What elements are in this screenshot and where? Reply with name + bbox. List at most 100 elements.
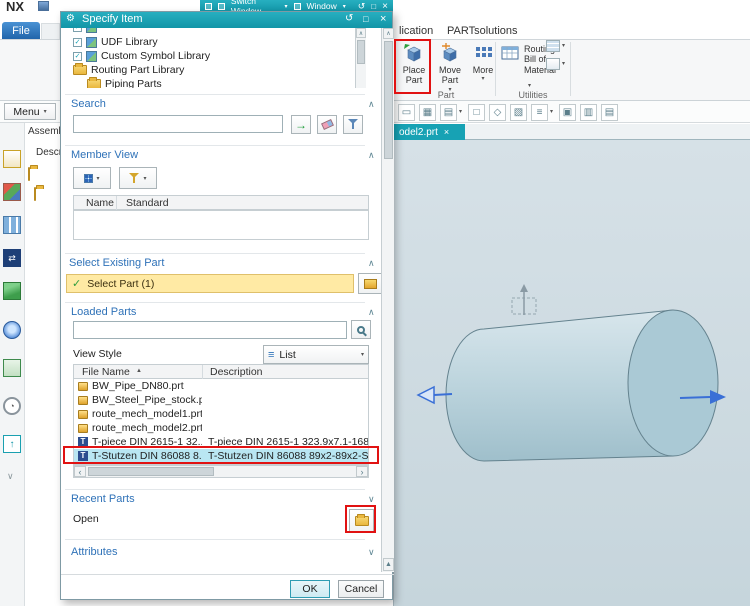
search-filter-button[interactable] [343,115,363,134]
save-icon[interactable] [38,1,49,11]
cancel-button[interactable]: Cancel [338,580,384,598]
collapse-icon[interactable]: ∧ [368,151,375,160]
constraint-navigator-icon[interactable] [3,183,21,201]
scroll-up-button[interactable]: ∧ [356,28,366,38]
checkbox-checked[interactable]: ✓ [73,37,82,47]
library-search-input[interactable] [73,115,283,133]
tree-item-piping-parts[interactable]: Piping Parts [69,77,355,88]
scroll-bottom-button[interactable]: ▲ [383,558,394,571]
toolbar-icon[interactable]: ▤ [601,104,618,121]
tree-item-udf-library[interactable]: ✓ UDF Library [69,35,355,49]
web-browser-icon[interactable] [3,321,21,339]
chevron-down-icon[interactable]: ▾ [528,82,531,89]
part-select-button[interactable] [358,273,383,294]
dialog-titlebar[interactable]: ⚙ Specify Item ↺ □ × [61,12,392,28]
horizontal-scrollbar[interactable]: ‹ › [73,465,369,478]
table-row[interactable]: route_mech_model2.prt [74,421,368,435]
assembly-navigator-icon[interactable] [3,150,21,168]
collapse-icon[interactable]: ∧ [368,259,375,268]
toolbar-icon[interactable]: ▤ [440,104,457,121]
hd3d-tools-icon[interactable] [3,282,21,300]
member-list-empty[interactable] [73,210,369,240]
document-tab[interactable]: odel2.prt × [393,124,465,140]
restore-icon[interactable]: ↺ [358,1,366,12]
dialog-scrollbar[interactable]: ∧ ▲ [381,28,394,572]
chevron-down-icon[interactable]: ▾ [562,42,565,49]
tree-item-partial[interactable]: ✓ [69,28,355,34]
tab-hidden[interactable] [41,23,60,40]
toolbar-icon[interactable]: ▦ [419,104,436,121]
reset-icon[interactable]: ↺ [345,13,353,24]
tab-partsolutions[interactable]: PARTsolutions [447,25,518,37]
reuse-library-icon[interactable]: ⇄ [3,249,21,267]
table-row[interactable]: T T-piece DIN 2615-1 32... T-piece DIN 26… [74,435,368,449]
collapse-icon[interactable]: ∧ [368,100,375,109]
roles-icon[interactable]: ↑ [3,435,21,453]
scroll-up-button[interactable]: ∧ [383,28,394,39]
ok-button[interactable]: OK [290,580,330,598]
folder-icon[interactable] [34,187,36,201]
close-icon[interactable]: × [380,13,386,25]
column-name[interactable]: Name [86,197,114,209]
run-search-button[interactable]: → [291,115,311,134]
column-description[interactable]: Description [210,366,263,378]
ribbon-gallery-icon[interactable] [546,40,560,52]
member-filter-dropdown[interactable]: ▾ [119,167,157,189]
clear-search-button[interactable] [317,115,337,134]
table-row-selected[interactable]: T T-Stutzen DIN 86088 8... T-Stutzen DIN … [74,449,368,463]
tab-file[interactable]: File [2,22,40,40]
select-part-row[interactable]: ✓ Select Part (1) [66,274,354,293]
loaded-parts-search-input[interactable] [73,321,347,339]
part-navigator-icon[interactable] [3,216,21,234]
table-row[interactable]: BW_Pipe_DN80.prt [74,379,368,393]
collapse-icon[interactable]: ∨ [368,495,375,504]
column-file-name[interactable]: File Name [82,366,130,378]
titlebar-icon[interactable] [217,2,225,10]
toolbar-icon[interactable]: ▭ [398,104,415,121]
chevron-down-icon[interactable]: ▾ [550,108,553,115]
clock-icon[interactable]: ◔ [3,397,21,415]
tab-application[interactable]: lication [399,25,433,37]
scrollbar-thumb[interactable] [357,40,365,64]
toolbar-icon[interactable]: ▣ [559,104,576,121]
column-divider[interactable] [202,365,203,380]
tree-item-custom-symbol-library[interactable]: ✓ Custom Symbol Library [69,49,355,63]
chevron-down-icon[interactable]: ∨ [7,471,14,482]
close-icon[interactable]: × [382,1,388,12]
toolbar-icon[interactable]: ≡ [531,104,548,121]
scroll-right-button[interactable]: › [356,466,368,477]
chevron-down-icon[interactable]: ▾ [562,60,565,67]
toolbar-icon[interactable]: ◇ [489,104,506,121]
place-part-button[interactable]: Place Part [398,42,430,86]
scroll-left-button[interactable]: ‹ [74,466,86,477]
checkbox-checked[interactable]: ✓ [73,51,82,61]
search-button[interactable] [351,320,371,339]
toolbar-icon[interactable]: □ [468,104,485,121]
checkbox-checked[interactable]: ✓ [73,28,82,32]
close-icon[interactable]: × [444,127,449,137]
toolbar-icon[interactable]: ▥ [580,104,597,121]
window-menu[interactable]: Window [307,1,337,11]
column-standard[interactable]: Standard [126,197,169,209]
tree-item-routing-part-library[interactable]: Routing Part Library [69,63,355,77]
maximize-icon[interactable]: □ [371,2,376,11]
toolbar-icon[interactable]: ▧ [510,104,527,121]
ribbon-tool-icon[interactable] [546,58,560,70]
collapse-icon[interactable]: ∨ [368,548,375,557]
folder-icon[interactable] [28,167,30,181]
table-row[interactable]: BW_Steel_Pipe_stock.prt [74,393,368,407]
move-part-button[interactable]: Move Part ▾ [434,42,466,94]
open-part-button[interactable] [349,509,374,532]
view-style-dropdown[interactable]: ≡ List ▾ [263,345,369,364]
titlebar-icon[interactable] [205,2,212,10]
history-palette-icon[interactable] [3,359,21,377]
graphics-window[interactable] [393,140,750,606]
scrollbar-thumb[interactable] [88,467,214,476]
scrollbar-thumb[interactable] [384,41,393,159]
clip-icon[interactable]: □ [363,14,368,24]
chevron-down-icon[interactable]: ▾ [459,108,462,115]
more-button[interactable]: More ▾ [470,42,496,83]
tree-scrollbar[interactable]: ∧ [355,28,366,88]
menu-button[interactable]: Menu ▾ [4,103,56,120]
collapse-icon[interactable]: ∧ [368,308,375,317]
